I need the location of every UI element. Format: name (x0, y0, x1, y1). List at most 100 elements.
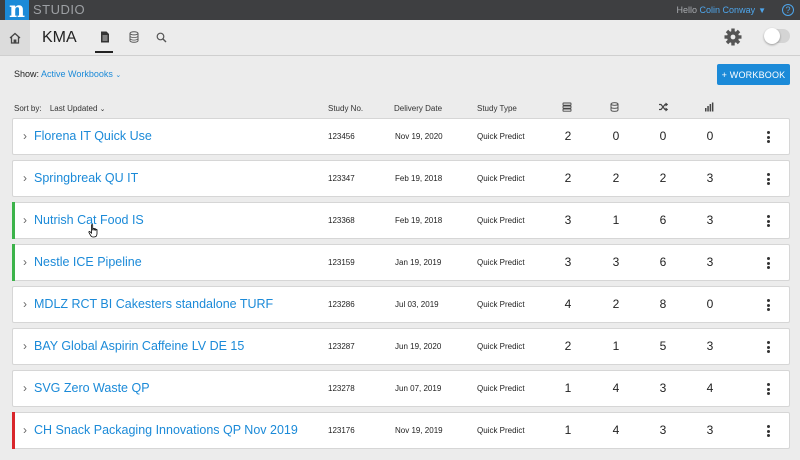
database-icon (610, 102, 618, 112)
add-workbook-button[interactable]: + WORKBOOK (717, 64, 790, 85)
delivery-date: Jun 07, 2019 (395, 384, 442, 393)
study-type: Quick Predict (477, 300, 525, 309)
workbook-row[interactable]: › Springbreak QU IT 123347 Feb 19, 2018 … (12, 160, 790, 197)
workbook-title-link[interactable]: CH Snack Packaging Innovations QP Nov 20… (34, 423, 298, 437)
workbook-row[interactable]: › Nutrish Cat Food IS 123368 Feb 19, 201… (12, 202, 790, 239)
row-status-accent (12, 370, 15, 407)
count-scenarios: 2 (659, 171, 667, 185)
workbook-row[interactable]: › BAY Global Aspirin Caffeine LV DE 15 1… (12, 328, 790, 365)
kebab-menu-icon[interactable] (763, 213, 773, 229)
workbook-row[interactable]: › Florena IT Quick Use 123456 Nov 19, 20… (12, 118, 790, 155)
count-stacks: 2 (564, 129, 572, 143)
kebab-menu-icon[interactable] (763, 339, 773, 355)
user-greeting[interactable]: Hello Colin Conway ▼ (677, 5, 766, 15)
study-type: Quick Predict (477, 426, 525, 435)
column-header-shuffle-icon[interactable] (657, 101, 669, 113)
kebab-menu-icon[interactable] (763, 129, 773, 145)
column-header-stack-icon[interactable] (561, 101, 573, 113)
count-stacks: 2 (564, 171, 572, 185)
count-data: 3 (612, 255, 620, 269)
count-scenarios: 6 (659, 213, 667, 227)
sort-control[interactable]: Sort by: Last Updated ⌄ (14, 104, 106, 113)
chevron-right-icon[interactable]: › (23, 171, 27, 185)
project-title: KMA (42, 29, 77, 46)
gear-icon[interactable] (723, 27, 743, 47)
home-button[interactable] (0, 20, 30, 55)
count-data: 4 (612, 423, 620, 437)
user-name[interactable]: Colin Conway (700, 5, 756, 15)
workbook-title-link[interactable]: Florena IT Quick Use (34, 129, 152, 143)
count-data: 1 (612, 213, 620, 227)
greeting-prefix: Hello (676, 5, 698, 15)
workbook-title-link[interactable]: MDLZ RCT BI Cakesters standalone TURF (34, 297, 273, 311)
delivery-date: Feb 19, 2018 (395, 174, 443, 183)
count-data: 2 (612, 297, 620, 311)
delivery-date: Feb 19, 2018 (395, 216, 443, 225)
toggle-knob (764, 28, 780, 44)
app-name: STUDIO (33, 2, 86, 17)
delivery-date: Jul 03, 2019 (395, 300, 439, 309)
document-icon (101, 31, 109, 43)
workbook-row[interactable]: › Nestle ICE Pipeline 123159 Jan 19, 201… (12, 244, 790, 281)
count-charts: 0 (706, 129, 714, 143)
study-no: 123176 (328, 426, 355, 435)
chevron-right-icon[interactable]: › (23, 297, 27, 311)
tab-search[interactable] (153, 29, 169, 45)
kebab-menu-icon[interactable] (763, 423, 773, 439)
chevron-right-icon[interactable]: › (23, 213, 27, 227)
workbook-title-link[interactable]: SVG Zero Waste QP (34, 381, 150, 395)
count-scenarios: 5 (659, 339, 667, 353)
workbook-row[interactable]: › SVG Zero Waste QP 123278 Jun 07, 2019 … (12, 370, 790, 407)
project-navbar: KMA (0, 20, 800, 56)
chevron-right-icon[interactable]: › (23, 129, 27, 143)
kebab-menu-icon[interactable] (763, 297, 773, 313)
delivery-date: Nov 19, 2020 (395, 132, 443, 141)
column-header-delivery-date[interactable]: Delivery Date (394, 104, 442, 113)
count-stacks: 3 (564, 255, 572, 269)
study-type: Quick Predict (477, 216, 525, 225)
view-toggle[interactable] (764, 28, 790, 44)
kebab-menu-icon[interactable] (763, 255, 773, 271)
kebab-menu-icon[interactable] (763, 171, 773, 187)
count-stacks: 1 (564, 423, 572, 437)
workbook-title-link[interactable]: BAY Global Aspirin Caffeine LV DE 15 (34, 339, 244, 353)
chevron-down-icon: ⌄ (115, 72, 122, 79)
count-charts: 3 (706, 339, 714, 353)
count-scenarios: 3 (659, 423, 667, 437)
study-no: 123159 (328, 258, 355, 267)
kebab-menu-icon[interactable] (763, 381, 773, 397)
workbook-title-link[interactable]: Springbreak QU IT (34, 171, 138, 185)
column-header-bar-chart-icon[interactable] (703, 101, 715, 113)
chevron-right-icon[interactable]: › (23, 339, 27, 353)
study-no: 123287 (328, 342, 355, 351)
chevron-right-icon[interactable]: › (23, 381, 27, 395)
row-status-accent (12, 328, 15, 365)
count-data: 1 (612, 339, 620, 353)
sort-chevron-down-icon: ⌄ (99, 106, 106, 113)
column-header-study-no[interactable]: Study No. (328, 104, 363, 113)
count-stacks: 1 (564, 381, 572, 395)
study-no: 123278 (328, 384, 355, 393)
workbook-row[interactable]: › CH Snack Packaging Innovations QP Nov … (12, 412, 790, 449)
count-scenarios: 6 (659, 255, 667, 269)
show-filter-dropdown[interactable]: Active Workbooks ⌄ (41, 69, 121, 79)
workbook-title-link[interactable]: Nestle ICE Pipeline (34, 255, 142, 269)
row-status-accent (12, 244, 15, 281)
study-type: Quick Predict (477, 258, 525, 267)
chevron-right-icon[interactable]: › (23, 423, 27, 437)
column-header-database-icon[interactable] (608, 101, 620, 113)
column-header-study-type[interactable]: Study Type (477, 104, 517, 113)
count-data: 2 (612, 171, 620, 185)
top-bar: n STUDIO Hello Colin Conway ▼ ? (0, 0, 800, 24)
search-icon (156, 32, 166, 42)
tab-workbooks[interactable] (97, 29, 113, 45)
count-stacks: 2 (564, 339, 572, 353)
help-icon[interactable]: ? (782, 4, 794, 16)
workbook-row[interactable]: › MDLZ RCT BI Cakesters standalone TURF … (12, 286, 790, 323)
user-menu-caret-icon[interactable]: ▼ (758, 6, 766, 15)
count-charts: 0 (706, 297, 714, 311)
chevron-right-icon[interactable]: › (23, 255, 27, 269)
bar-chart-icon (705, 102, 714, 112)
count-scenarios: 0 (659, 129, 667, 143)
tab-data[interactable] (126, 29, 142, 45)
